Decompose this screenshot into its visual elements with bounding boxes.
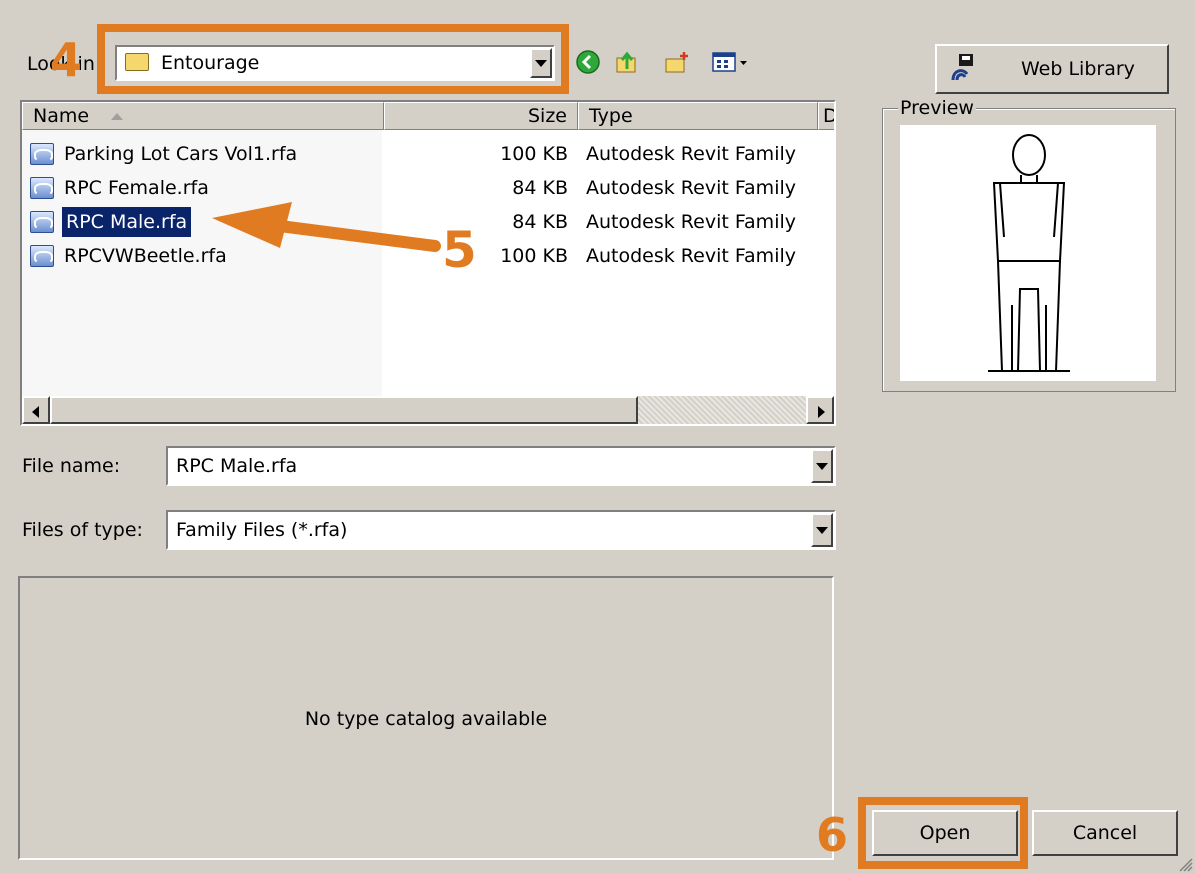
annotation-arrow-5 bbox=[212, 202, 441, 252]
view-menu-icon[interactable] bbox=[712, 49, 750, 75]
preview-image bbox=[900, 125, 1156, 381]
file-name-input[interactable]: RPC Male.rfa bbox=[166, 446, 836, 486]
scroll-thumb[interactable] bbox=[50, 396, 638, 424]
file-size-cell: 100 KB bbox=[500, 245, 568, 267]
revit-family-file-icon bbox=[30, 211, 54, 233]
file-name-dropdown-button[interactable] bbox=[811, 449, 833, 483]
resize-grip-icon[interactable] bbox=[1177, 856, 1193, 872]
file-name-cell-selected: RPC Male.rfa bbox=[62, 207, 192, 237]
cancel-button-label: Cancel bbox=[1072, 822, 1138, 844]
preview-group bbox=[882, 108, 1176, 392]
back-icon[interactable] bbox=[575, 49, 601, 75]
annotation-step-4: 4 bbox=[50, 33, 83, 87]
file-name-value: RPC Male.rfa bbox=[176, 455, 298, 477]
file-type-cell: Autodesk Revit Family bbox=[586, 211, 796, 233]
revit-family-file-icon bbox=[30, 143, 54, 165]
web-library-icon bbox=[951, 54, 973, 81]
revit-family-file-icon bbox=[30, 245, 54, 267]
files-of-type-dropdown-button[interactable] bbox=[811, 513, 833, 547]
up-folder-icon[interactable] bbox=[614, 49, 640, 75]
web-library-button[interactable]: Web Library bbox=[935, 44, 1169, 94]
scroll-right-button[interactable] bbox=[806, 396, 834, 424]
files-of-type-label: Files of type: bbox=[22, 519, 143, 541]
table-row[interactable]: Parking Lot Cars Vol1.rfa 100 KB Autodes… bbox=[22, 137, 832, 171]
column-header-size-label: Size bbox=[527, 105, 567, 127]
files-of-type-value: Family Files (*.rfa) bbox=[176, 519, 348, 541]
person-figure-icon bbox=[988, 134, 1070, 372]
column-header-type[interactable]: Type bbox=[578, 102, 818, 130]
chevron-down-icon bbox=[816, 463, 828, 470]
revit-family-file-icon bbox=[30, 177, 54, 199]
file-type-cell: Autodesk Revit Family bbox=[586, 143, 796, 165]
column-header-date[interactable]: D bbox=[818, 102, 834, 130]
annotation-box-6 bbox=[858, 797, 1028, 869]
arrow-right-icon bbox=[818, 406, 825, 418]
type-catalog-message: No type catalog available bbox=[304, 708, 548, 730]
new-folder-icon[interactable] bbox=[664, 49, 690, 75]
file-size-cell: 100 KB bbox=[500, 143, 568, 165]
horizontal-scrollbar[interactable] bbox=[22, 396, 834, 424]
column-header-name[interactable]: Name bbox=[22, 102, 384, 130]
column-header-type-label: Type bbox=[589, 105, 633, 127]
column-header-name-label: Name bbox=[33, 105, 90, 127]
chevron-down-icon bbox=[816, 527, 828, 534]
type-catalog-panel: No type catalog available bbox=[18, 576, 834, 860]
column-header-size[interactable]: Size bbox=[384, 102, 578, 130]
file-size-cell: 84 KB bbox=[512, 211, 568, 233]
preview-label: Preview bbox=[898, 97, 976, 119]
annotation-step-6: 6 bbox=[816, 808, 849, 862]
arrow-left-icon bbox=[32, 406, 39, 418]
scroll-left-button[interactable] bbox=[22, 396, 50, 424]
file-name-cell: Parking Lot Cars Vol1.rfa bbox=[64, 143, 298, 165]
file-size-cell: 84 KB bbox=[512, 177, 568, 199]
column-header-date-label: D bbox=[823, 105, 834, 127]
file-name-label: File name: bbox=[22, 455, 121, 477]
files-of-type-select[interactable]: Family Files (*.rfa) bbox=[166, 510, 836, 550]
annotation-box-4 bbox=[97, 24, 569, 94]
file-name-cell: RPC Female.rfa bbox=[64, 177, 209, 199]
sort-ascending-icon bbox=[111, 113, 124, 120]
cancel-button[interactable]: Cancel bbox=[1032, 810, 1178, 856]
web-library-label: Web Library bbox=[1021, 58, 1135, 80]
file-type-cell: Autodesk Revit Family bbox=[586, 177, 796, 199]
annotation-step-5: 5 bbox=[442, 221, 477, 279]
file-type-cell: Autodesk Revit Family bbox=[586, 245, 796, 267]
